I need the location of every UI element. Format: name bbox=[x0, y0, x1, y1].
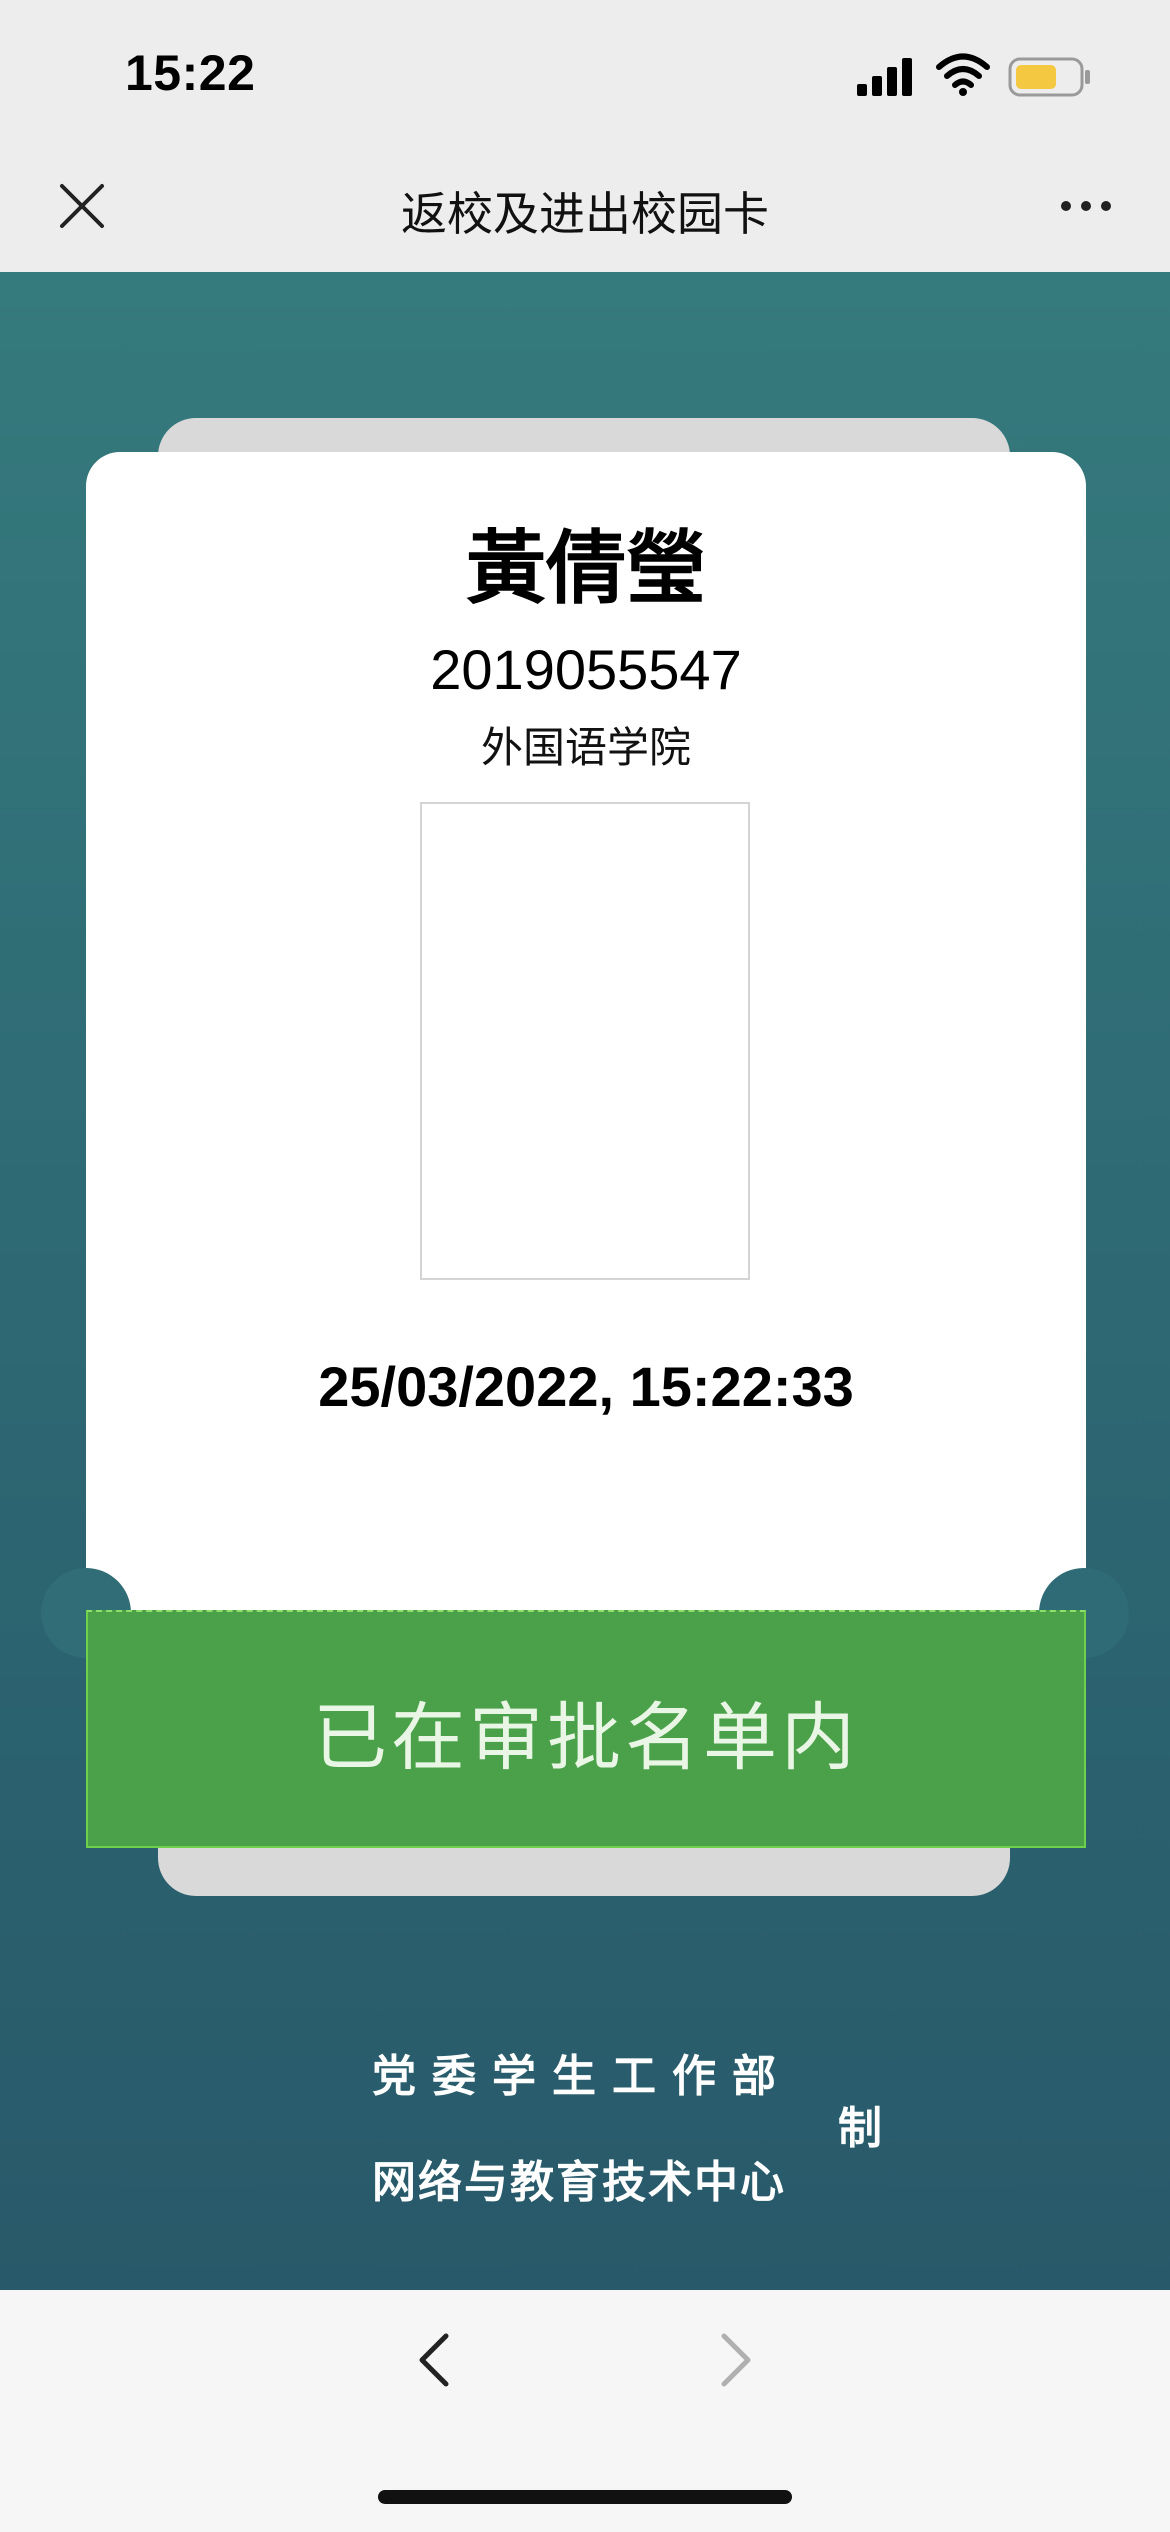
signal-icon bbox=[857, 58, 912, 96]
status-time: 15:22 bbox=[125, 45, 256, 101]
page-title: 返校及进出校园卡 bbox=[401, 187, 769, 241]
home-indicator[interactable] bbox=[378, 2490, 792, 2504]
holder-name: 黃倩瑩 bbox=[466, 522, 706, 615]
student-id: 2019055547 bbox=[430, 638, 742, 701]
photo-frame bbox=[420, 802, 750, 1280]
campus-pass-card: 黃倩瑩 2019055547 外国语学院 25/03/2022, 15:22:3… bbox=[86, 452, 1086, 1714]
footer-credit: 党委学生工作部 网络与教育技术中心 bbox=[372, 2040, 892, 2210]
college-name: 外国语学院 bbox=[480, 723, 691, 772]
live-timestamp: 25/03/2022, 15:22:33 bbox=[318, 1355, 854, 1418]
battery-icon bbox=[1008, 57, 1090, 97]
credit-line-1: 党委学生工作部 bbox=[372, 2051, 792, 2102]
pass-content-area: 黃倩瑩 2019055547 外国语学院 25/03/2022, 15:22:3… bbox=[0, 272, 1170, 2290]
chevron-right-icon bbox=[721, 2333, 751, 2387]
approval-status-text: 已在审批名单内 bbox=[313, 1695, 859, 1781]
wifi-icon bbox=[936, 53, 990, 96]
chevron-left-icon[interactable] bbox=[410, 2330, 460, 2390]
campus-pass-screen: 15:22 返校及进出校园卡 黃倩瑩 2019055547 外国语学院 25/0… bbox=[0, 0, 1170, 2532]
credit-line-2: 网络与教育技术中心 bbox=[372, 2157, 786, 2208]
approval-status-band: 已在审批名单内 bbox=[86, 1610, 1086, 1848]
more-icon[interactable] bbox=[1058, 196, 1114, 216]
credit-suffix: 制 bbox=[838, 2103, 882, 2154]
